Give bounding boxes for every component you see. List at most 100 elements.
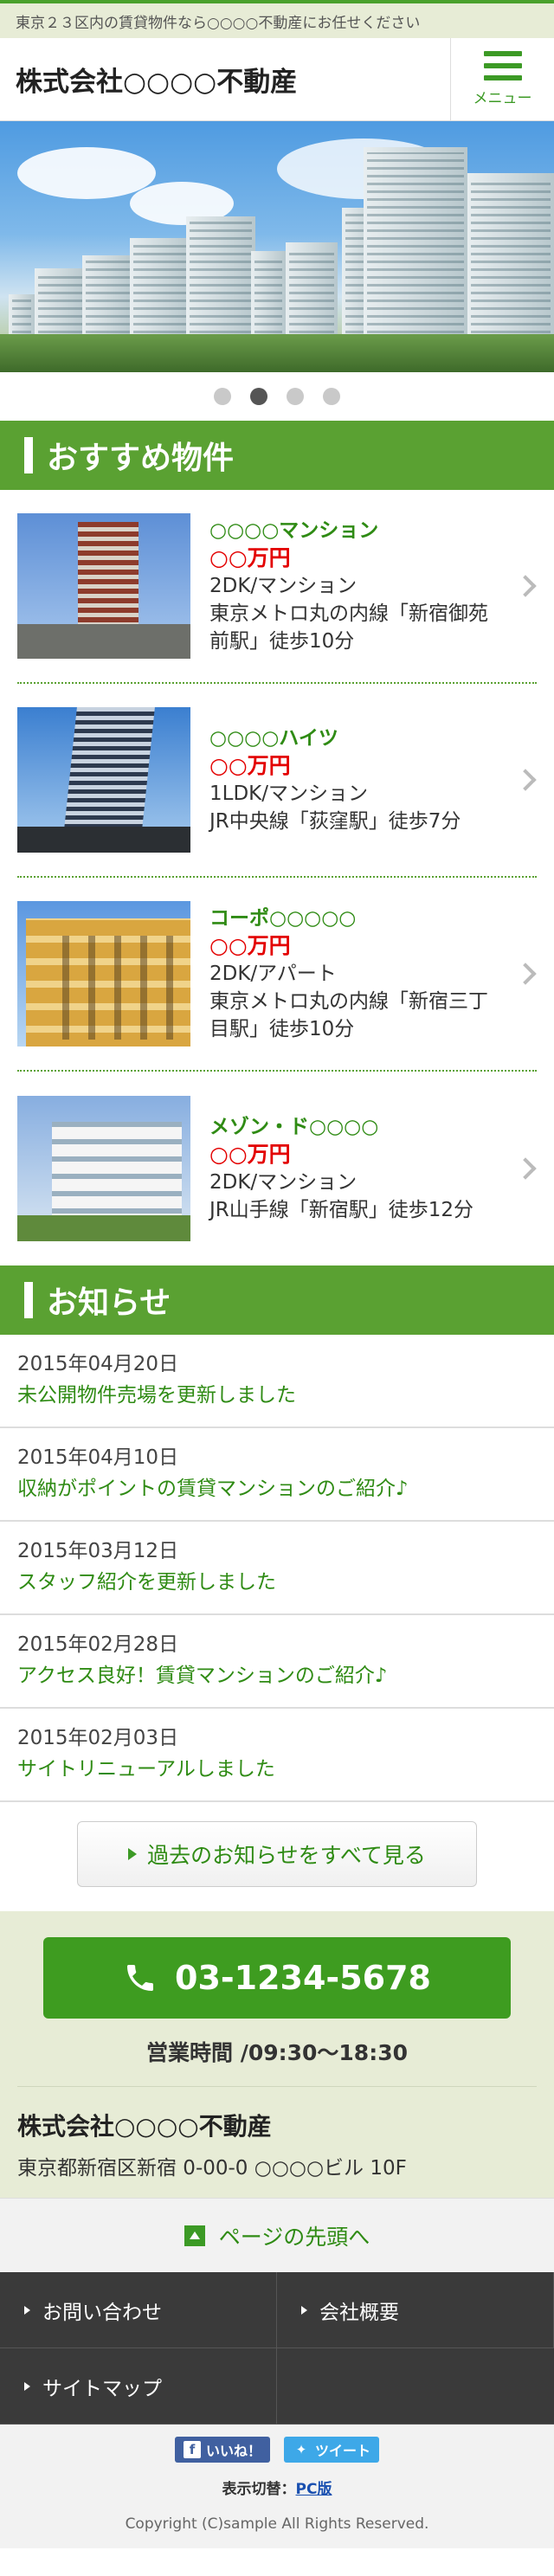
social-buttons: f いいね！ ✦ ツイート: [0, 2437, 554, 2463]
site-footer: f いいね！ ✦ ツイート 表示切替：PC版 Copyright (C)samp…: [0, 2425, 554, 2548]
page-top-label: ページの先頭へ: [218, 2224, 370, 2250]
triangle-right-icon: [24, 2381, 30, 2391]
hamburger-icon: [483, 51, 522, 80]
property-name: ○○○○ハイツ: [209, 727, 338, 750]
news-list: 2015年04月20日 未公開物件売場を更新しました 2015年04月10日 収…: [0, 1335, 554, 1802]
phone-icon: [127, 1965, 154, 1991]
twitter-bird-icon: ✦: [295, 2442, 307, 2457]
facebook-like-label: いいね！: [205, 2443, 261, 2459]
property-item[interactable]: コーポ○○○○○ ○○万円 2DK/アパート 東京メトロ丸の内線「新宿三丁目駅」…: [17, 878, 537, 1072]
arrow-up-icon: [184, 2225, 205, 2246]
property-price: ○○万円: [209, 933, 291, 958]
news-item: 2015年02月28日 アクセス良好！賃貸マンションのご紹介♪: [0, 1615, 554, 1709]
menu-label: メニュー: [473, 90, 532, 107]
footer-nav-empty-cell: [277, 2348, 554, 2425]
news-item: 2015年03月12日 スタッフ紹介を更新しました: [0, 1522, 554, 1615]
property-type: 2DK/マンション: [209, 575, 358, 597]
property-photo-yellow-building: [17, 901, 190, 1046]
page-top-link[interactable]: ページの先頭へ: [0, 2198, 554, 2272]
triangle-right-icon: [24, 2305, 30, 2315]
facebook-like-button[interactable]: f いいね！: [174, 2437, 270, 2463]
footer-nav-label: サイトマップ: [42, 2377, 162, 2400]
triangle-right-icon: [301, 2305, 307, 2315]
heading-bar: [24, 1282, 33, 1318]
property-type: 2DK/マンション: [209, 1171, 358, 1194]
phone-call-button[interactable]: 03-1234-5678: [43, 1937, 511, 2019]
news-title: お知らせ: [47, 1285, 171, 1321]
copyright: Copyright (C)sample All Rights Reserved.: [125, 2515, 429, 2533]
property-type: 1LDK/マンション: [209, 782, 368, 805]
footer-nav-label: お問い合わせ: [42, 2301, 162, 2324]
news-date: 2015年03月12日: [17, 1540, 179, 1562]
property-photo-tower-blue: [17, 513, 190, 659]
recommend-heading: おすすめ物件: [0, 421, 554, 490]
news-link[interactable]: スタッフ紹介を更新しました: [17, 1567, 537, 1598]
chevron-right-icon: [514, 769, 537, 791]
site-logo[interactable]: 株式会社○○○○不動産: [0, 60, 297, 99]
footer-nav-contact[interactable]: お問い合わせ: [0, 2272, 277, 2348]
phone-number: 03-1234-5678: [175, 1959, 431, 1997]
slider-dot[interactable]: [323, 388, 340, 405]
tweet-label: ツイート: [315, 2443, 371, 2459]
recommend-title: おすすめ物件: [47, 441, 235, 476]
news-date: 2015年04月20日: [17, 1353, 179, 1375]
business-hours: 営業時間 /09:30〜18:30: [17, 2019, 537, 2087]
property-price: ○○万円: [209, 1142, 291, 1167]
news-item: 2015年04月10日 収納がポイントの賃貸マンションのご紹介♪: [0, 1428, 554, 1522]
chevron-right-icon: [514, 575, 537, 597]
chevron-right-icon: [514, 1157, 537, 1180]
property-item[interactable]: ○○○○マンション ○○万円 2DK/マンション 東京メトロ丸の内線「新宿御苑前…: [17, 490, 537, 684]
slider-dot[interactable]: [287, 388, 304, 405]
company-address: 東京都新宿区新宿 0-00-0 ○○○○ビル 10F: [17, 2157, 407, 2180]
footer-company-name: 株式会社○○○○不動産: [17, 2112, 272, 2141]
slider-pagination: [0, 372, 554, 421]
news-link[interactable]: 収納がポイントの賃貸マンションのご紹介♪: [17, 1473, 537, 1504]
menu-button[interactable]: メニュー: [450, 37, 554, 121]
property-name: ○○○○マンション: [209, 519, 379, 542]
tweet-button[interactable]: ✦ ツイート: [284, 2437, 380, 2463]
view-switch: 表示切替：PC版: [0, 2463, 554, 2498]
footer-nav: お問い合わせ 会社概要 サイトマップ: [0, 2272, 554, 2425]
view-switch-label: 表示切替：: [222, 2481, 296, 2498]
property-access: JR山手線「新宿駅」徒歩12分: [209, 1199, 474, 1221]
pc-view-link[interactable]: PC版: [296, 2481, 332, 2498]
more-news-label: 過去のお知らせをすべて見る: [147, 1843, 426, 1868]
property-type: 2DK/アパート: [209, 963, 337, 985]
news-link[interactable]: 未公開物件売場を更新しました: [17, 1380, 537, 1411]
chevron-right-icon: [514, 963, 537, 985]
more-news-button[interactable]: 過去のお知らせをすべて見る: [77, 1821, 477, 1887]
property-list: ○○○○マンション ○○万円 2DK/マンション 東京メトロ丸の内線「新宿御苑前…: [0, 490, 554, 1265]
property-photo-tower-sky: [17, 707, 190, 853]
property-name: メゾン・ド○○○○: [209, 1116, 379, 1138]
news-link[interactable]: アクセス良好！賃貸マンションのご紹介♪: [17, 1660, 537, 1691]
property-price: ○○万円: [209, 545, 291, 570]
property-access: 東京メトロ丸の内線「新宿三丁目駅」徒歩10分: [209, 990, 488, 1040]
more-news-wrap: 過去のお知らせをすべて見る: [0, 1802, 554, 1911]
news-item: 2015年04月20日 未公開物件売場を更新しました: [0, 1335, 554, 1428]
property-photo-white-building: [17, 1096, 190, 1241]
footer-nav-label: 会社概要: [319, 2301, 399, 2324]
footer-nav-sitemap[interactable]: サイトマップ: [0, 2348, 277, 2425]
news-date: 2015年02月03日: [17, 1727, 179, 1749]
hero-slider-image[interactable]: [0, 121, 554, 372]
triangle-right-icon: [128, 1848, 138, 1860]
property-item[interactable]: ○○○○ハイツ ○○万円 1LDK/マンション JR中央線「荻窪駅」徒歩7分: [17, 684, 537, 878]
contact-section: 03-1234-5678 営業時間 /09:30〜18:30 株式会社○○○○不…: [0, 1911, 554, 2198]
news-date: 2015年04月10日: [17, 1446, 179, 1469]
property-access: JR中央線「荻窪駅」徒歩7分: [209, 810, 461, 833]
footer-nav-company[interactable]: 会社概要: [277, 2272, 554, 2348]
slider-dot-active[interactable]: [250, 388, 267, 405]
news-date: 2015年02月28日: [17, 1633, 179, 1656]
property-access: 東京メトロ丸の内線「新宿御苑前駅」徒歩10分: [209, 602, 488, 653]
top-tagline-bar: 東京２３区内の賃貸物件なら○○○○不動産にお任せください: [0, 0, 554, 38]
property-price: ○○万円: [209, 753, 291, 778]
news-link[interactable]: サイトリニューアルしました: [17, 1754, 537, 1785]
heading-bar: [24, 437, 33, 473]
facebook-icon: f: [183, 2441, 201, 2458]
news-heading: お知らせ: [0, 1265, 554, 1335]
slider-dot[interactable]: [214, 388, 231, 405]
property-item[interactable]: メゾン・ド○○○○ ○○万円 2DK/マンション JR山手線「新宿駅」徒歩12分: [17, 1072, 537, 1265]
news-item: 2015年02月03日 サイトリニューアルしました: [0, 1709, 554, 1802]
property-name: コーポ○○○○○: [209, 907, 357, 930]
site-header: 株式会社○○○○不動産 メニュー: [0, 37, 554, 121]
